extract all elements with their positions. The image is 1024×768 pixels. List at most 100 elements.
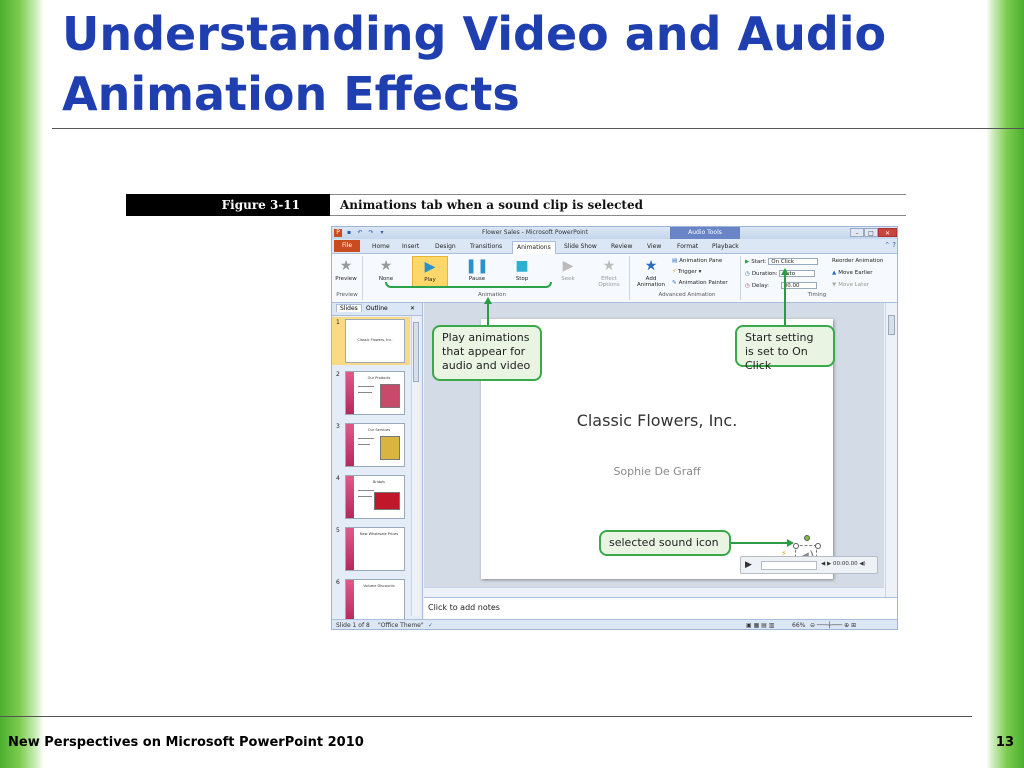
thumb-line (358, 496, 372, 497)
move-earlier-button[interactable]: ▲ Move Earlier (832, 270, 873, 276)
audio-tools-context: Audio Tools (670, 227, 740, 239)
animation-painter-button[interactable]: ✎ Animation Painter (672, 280, 728, 286)
effect-seek-button[interactable]: ▶ Seek (550, 256, 586, 288)
group-separator (740, 256, 741, 300)
delay-spinner[interactable]: 00.00 (780, 282, 817, 289)
player-time-value: 00:00.00 (832, 561, 858, 567)
thumb-picture (374, 492, 400, 510)
maximize-button[interactable]: □ (864, 228, 878, 237)
canvas-horizontal-scrollbar[interactable] (424, 587, 884, 597)
spellcheck-icon[interactable]: ✓ (428, 622, 433, 629)
animation-pane-button[interactable]: ▤ Animation Pane (672, 258, 722, 264)
thumb-number: 2 (336, 371, 340, 378)
tab-slides[interactable]: Slides (336, 304, 362, 312)
tab-slide-show[interactable]: Slide Show (564, 241, 597, 253)
slide-thumbnail[interactable]: 4 Bridals (332, 473, 410, 521)
tab-animations[interactable]: Animations (512, 241, 556, 254)
move-earlier-icon: ▲ (832, 270, 837, 276)
animation-painter-icon: ✎ (672, 280, 677, 286)
thumb-flower-bar (346, 528, 354, 570)
tab-review[interactable]: Review (611, 241, 632, 253)
rotate-handle[interactable] (804, 535, 810, 541)
redo-icon[interactable]: ↷ (367, 229, 375, 237)
slide-main-title[interactable]: Classic Flowers, Inc. (481, 411, 833, 430)
close-button[interactable]: ✕ (878, 228, 897, 237)
group-label-timing: Timing (807, 292, 827, 298)
thumb-line (358, 438, 374, 439)
slide-title-line-2: Animation Effects (62, 67, 520, 121)
customize-qat-icon[interactable]: ▾ (378, 229, 386, 237)
minimize-button[interactable]: – (850, 228, 864, 237)
add-animation-label: Add Animation (636, 276, 666, 288)
save-icon[interactable]: ▪ (345, 229, 353, 237)
thumb-flower-bar (346, 580, 354, 622)
move-later-icon: ▼ (832, 282, 837, 288)
slides-scroll-thumb[interactable] (413, 322, 419, 382)
tab-design[interactable]: Design (435, 241, 456, 253)
group-label-animation: Animation (477, 292, 507, 298)
tab-format[interactable]: Format (677, 241, 698, 253)
player-track[interactable] (761, 561, 817, 570)
slide-title: Understanding Video and Audio Animation … (62, 4, 962, 124)
effect-options-label: Effect Options (598, 276, 620, 288)
animation-pane-icon: ▤ (672, 258, 678, 264)
left-green-border (0, 0, 44, 768)
start-select[interactable]: On Click (768, 258, 819, 265)
thumb-flower-bar (346, 476, 354, 518)
tab-view[interactable]: View (647, 241, 661, 253)
start-icon: ▶ (745, 259, 750, 265)
zoom-slider-icon[interactable]: ⊖ ───┼─── ⊕ ⊞ (810, 622, 856, 629)
preview-label: Preview (335, 276, 357, 282)
help-icon[interactable]: ⌃ ? (884, 241, 896, 249)
thumb-title: Classic Flowers, Inc. (357, 338, 393, 342)
thumb-line (358, 392, 372, 393)
resize-handle[interactable] (815, 543, 821, 549)
preview-button[interactable]: ★ Preview (332, 256, 360, 288)
canvas-scroll-thumb[interactable] (888, 315, 895, 335)
start-control: ▶ Start: On Click (745, 258, 819, 265)
status-bar: Slide 1 of 8 "Office Theme" ✓ ▣ ▦ ▤ ▥ 66… (332, 619, 897, 629)
group-label-preview: Preview (336, 292, 358, 298)
notes-pane[interactable]: Click to add notes (424, 597, 897, 620)
callout-play-animations: Play animations that appear for audio an… (432, 325, 542, 381)
panel-tabs: Slides Outline ✕ (332, 303, 422, 316)
title-rule (52, 128, 1024, 129)
tab-outline[interactable]: Outline (366, 305, 388, 312)
group-separator (629, 256, 630, 300)
title-bar: P ▪ ↶ ↷ ▾ Flower Sales - Microsoft Power… (332, 227, 897, 239)
thumb-line (358, 386, 374, 387)
add-animation-button[interactable]: ★ Add Animation (634, 256, 668, 288)
tab-playback[interactable]: Playback (712, 241, 739, 253)
figure-caption: Animations tab when a sound clip is sele… (340, 198, 643, 212)
trigger-label: Trigger (677, 269, 697, 275)
thumb-line (358, 490, 374, 491)
audio-player-bar: ▶ ◀ ▶ 00:00.00 ◀) (740, 556, 878, 574)
thumb-image: New Wholesale Prices (345, 527, 405, 571)
powerpoint-logo-icon[interactable]: P (334, 229, 342, 237)
thumb-image: Bridals (345, 475, 405, 519)
tab-home[interactable]: Home (372, 241, 390, 253)
trigger-button[interactable]: ⚡ Trigger ▾ (672, 269, 701, 275)
canvas-scrollbar[interactable] (885, 303, 897, 597)
undo-icon[interactable]: ↶ (356, 229, 364, 237)
slide-thumbnail[interactable]: 1 Classic Flowers, Inc. (332, 317, 410, 365)
effect-options-button[interactable]: ★ Effect Options (594, 256, 624, 288)
slide-thumbnail[interactable]: 2 Our Products (332, 369, 410, 417)
callout-start-arrow (784, 275, 786, 325)
player-play-icon[interactable]: ▶ (745, 560, 752, 570)
slide-thumbnail[interactable]: 5 New Wholesale Prices (332, 525, 410, 573)
slide-thumbnail[interactable]: 6 Volume Discounts (332, 577, 410, 625)
close-panel-icon[interactable]: ✕ (410, 305, 415, 312)
view-buttons-icon[interactable]: ▣ ▦ ▤ ▥ (746, 622, 774, 629)
status-zoom[interactable]: 66% (792, 622, 805, 629)
tab-insert[interactable]: Insert (402, 241, 419, 253)
status-theme[interactable]: "Office Theme" (378, 622, 424, 629)
slide-subtitle[interactable]: Sophie De Graff (481, 465, 833, 478)
tab-transitions[interactable]: Transitions (470, 241, 502, 253)
right-green-border (986, 0, 1024, 768)
slide-thumbnail[interactable]: 3 Our Services (332, 421, 410, 469)
slides-scrollbar[interactable] (411, 316, 420, 616)
move-later-button[interactable]: ▼ Move Later (832, 282, 869, 288)
effects-highlight-bracket (385, 282, 552, 288)
tab-file[interactable]: File (334, 240, 360, 252)
